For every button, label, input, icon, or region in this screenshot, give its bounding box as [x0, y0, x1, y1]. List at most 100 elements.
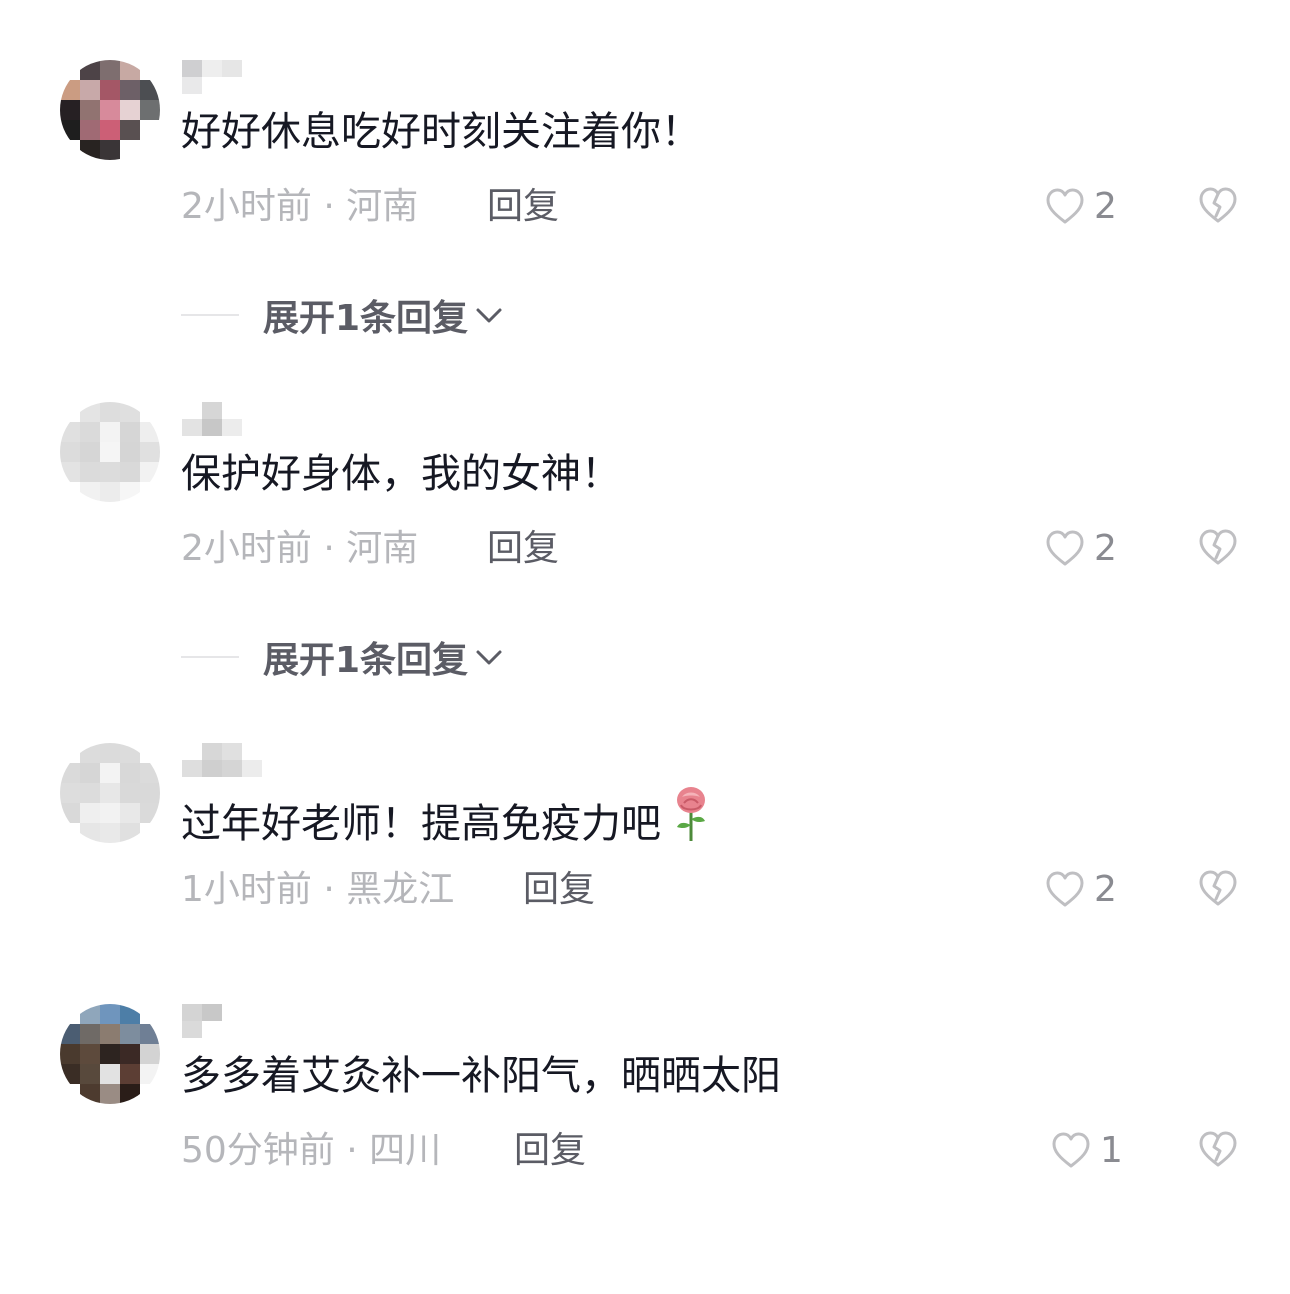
heart-outline-icon [1046, 530, 1084, 566]
username-mosaic-cell [202, 77, 222, 94]
avatar-mosaic-cell [120, 1084, 140, 1104]
avatar-mosaic-cell [80, 823, 100, 843]
comment-meta: 1小时前 · 黑龙江 [181, 869, 455, 910]
avatar[interactable] [60, 1004, 160, 1104]
avatar-mosaic-cell [120, 1064, 140, 1084]
avatar-mosaic-cell [60, 743, 80, 763]
avatar-mosaic-cell [140, 80, 160, 100]
reply-button[interactable]: 回复 [514, 1129, 586, 1173]
comment-meta: 2小时前 · 河南 [181, 186, 419, 227]
avatar-mosaic-cell [60, 1064, 80, 1084]
username-mosaic-cell [242, 743, 262, 760]
username-blurred[interactable] [182, 60, 262, 94]
avatar-mosaic-cell [120, 743, 140, 763]
avatar[interactable] [60, 402, 160, 502]
avatar-mosaic-cell [100, 60, 120, 80]
avatar-mosaic-cell [60, 140, 80, 160]
username-mosaic-cell [182, 1021, 202, 1038]
avatar-mosaic-cell [100, 140, 120, 160]
avatar-mosaic-cell [80, 120, 100, 140]
dislike-button[interactable] [1196, 184, 1240, 232]
comment-item: 多多着艾灸补一补阳气，晒晒太阳 50分钟前 · 四川 回复 1 [0, 1004, 1290, 1294]
avatar-mosaic-cell [140, 1004, 160, 1024]
avatar-mosaic-cell [100, 1064, 120, 1084]
comment-meta: 2小时前 · 河南 [181, 528, 419, 569]
avatar-mosaic-cell [100, 763, 120, 783]
avatar-mosaic-cell [140, 1024, 160, 1044]
avatar-mosaic-cell [100, 743, 120, 763]
comment-text: 好好休息吃好时刻关注着你！ [181, 109, 701, 155]
broken-heart-icon [1199, 870, 1237, 906]
avatar-mosaic-cell [120, 422, 140, 442]
avatar-mosaic-cell [60, 80, 80, 100]
broken-heart-icon [1199, 1131, 1237, 1167]
avatar-mosaic-cell [120, 1044, 140, 1064]
avatar-mosaic-cell [80, 140, 100, 160]
avatar-mosaic-cell [140, 763, 160, 783]
avatar-mosaic-cell [80, 1024, 100, 1044]
avatar-mosaic-cell [120, 763, 140, 783]
avatar-mosaic-cell [60, 120, 80, 140]
comment-item: 好好休息吃好时刻关注着你！ 2小时前 · 河南 回复 2 展开1条回复 [0, 60, 1290, 350]
like-button[interactable]: 1 [1050, 1128, 1123, 1174]
expand-replies[interactable]: 展开1条回复 [181, 292, 506, 339]
comment-item: 过年好老师！提高免疫力吧 1小时前 · 黑龙江 回复 2 [0, 743, 1290, 1033]
avatar-mosaic-cell [140, 60, 160, 80]
avatar-mosaic-cell [60, 482, 80, 502]
avatar-mosaic-cell [100, 442, 120, 462]
avatar-mosaic-cell [120, 482, 140, 502]
avatar-mosaic-cell [60, 1044, 80, 1064]
divider-line [181, 314, 239, 316]
avatar-mosaic-cell [140, 462, 160, 482]
username-blurred[interactable] [182, 1004, 262, 1038]
avatar-mosaic-cell [60, 823, 80, 843]
rose-emoji-icon [677, 787, 705, 841]
avatar-mosaic-cell [100, 1084, 120, 1104]
avatar[interactable] [60, 60, 160, 160]
avatar[interactable] [60, 743, 160, 843]
avatar-mosaic-cell [80, 1044, 100, 1064]
avatar-mosaic-cell [140, 1064, 160, 1084]
avatar-mosaic-cell [140, 1084, 160, 1104]
dislike-button[interactable] [1196, 1128, 1240, 1176]
reply-button[interactable]: 回复 [487, 185, 559, 229]
username-mosaic-cell [202, 743, 222, 760]
username-mosaic-cell [242, 60, 262, 77]
avatar-mosaic-cell [60, 462, 80, 482]
avatar-mosaic-cell [100, 783, 120, 803]
avatar-mosaic-cell [140, 1044, 160, 1064]
username-mosaic-cell [182, 402, 202, 419]
avatar-mosaic-cell [100, 803, 120, 823]
username-mosaic-cell [182, 77, 202, 94]
dislike-button[interactable] [1196, 526, 1240, 574]
username-blurred[interactable] [182, 743, 262, 777]
avatar-mosaic-cell [80, 743, 100, 763]
username-blurred[interactable] [182, 402, 262, 436]
reply-button[interactable]: 回复 [523, 868, 595, 912]
expand-replies[interactable]: 展开1条回复 [181, 634, 506, 681]
avatar-mosaic-cell [80, 422, 100, 442]
avatar-mosaic-cell [60, 1004, 80, 1024]
expand-replies-label: 展开1条回复 [263, 640, 469, 681]
username-mosaic-cell [202, 402, 222, 419]
avatar-mosaic-cell [60, 1084, 80, 1104]
chevron-down-icon [476, 308, 502, 323]
like-button[interactable]: 2 [1044, 526, 1117, 572]
avatar-mosaic-cell [80, 462, 100, 482]
like-button[interactable]: 2 [1044, 184, 1117, 230]
heart-outline-icon [1046, 188, 1084, 224]
reply-button[interactable]: 回复 [487, 527, 559, 571]
avatar-mosaic-cell [120, 803, 140, 823]
avatar-mosaic-cell [60, 1024, 80, 1044]
avatar-mosaic-cell [80, 402, 100, 422]
avatar-mosaic-cell [80, 100, 100, 120]
username-mosaic-cell [222, 1021, 242, 1038]
avatar-mosaic-cell [80, 482, 100, 502]
like-button[interactable]: 2 [1044, 867, 1117, 913]
broken-heart-icon [1199, 187, 1237, 223]
avatar-mosaic-cell [140, 140, 160, 160]
avatar-mosaic-cell [120, 80, 140, 100]
dislike-button[interactable] [1196, 867, 1240, 915]
username-mosaic-cell [202, 1004, 222, 1021]
username-mosaic-cell [242, 760, 262, 777]
